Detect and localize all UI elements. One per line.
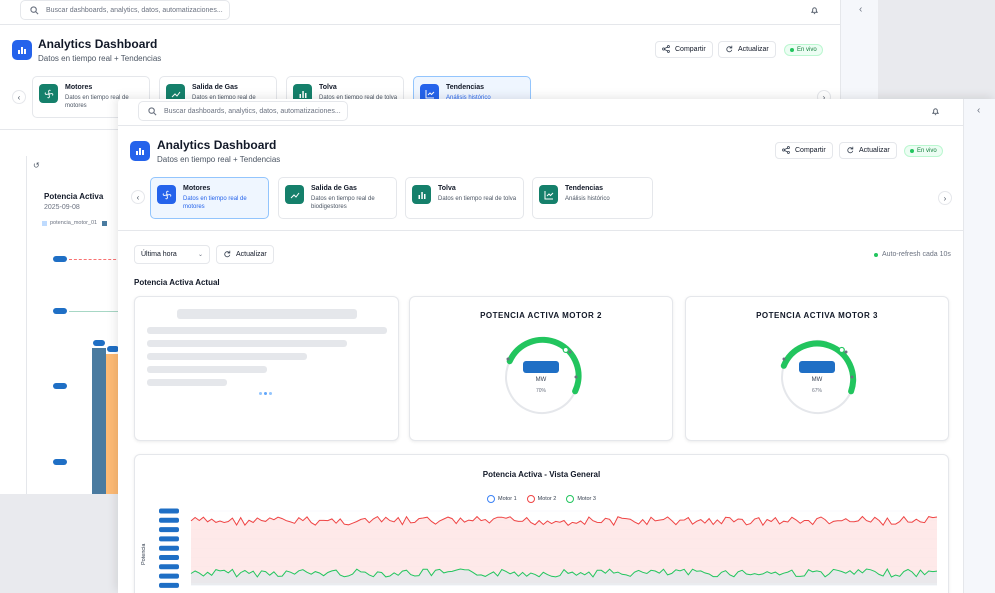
page-title: Analytics Dashboard: [157, 138, 277, 152]
gauge-tick-dot: [568, 350, 572, 354]
search-placeholder: Buscar dashboards, analytics, datos, aut…: [46, 6, 223, 14]
y-tick-label: [159, 508, 179, 514]
fan-icon: [39, 84, 58, 103]
y-tick-label: [159, 536, 179, 542]
y-tick-label: [159, 564, 179, 570]
y-tick-label: [159, 545, 179, 551]
fan-icon: [157, 185, 176, 204]
overview-chart-card: Potencia Activa - Vista General Motor 1 …: [134, 454, 949, 593]
auto-refresh-status: Auto-refresh cada 10s: [874, 251, 951, 258]
y-tick-label: [159, 527, 179, 533]
nav-card-gas[interactable]: Salida de GasDatos en tiempo real de bio…: [278, 177, 397, 219]
page-subtitle: Datos en tiempo real + Tendencias: [38, 54, 162, 63]
side-chart-panel: ↺ Potencia Activa 2025-09-08 potencia_mo…: [26, 156, 121, 494]
side-chart-date: 2025-09-08: [44, 204, 80, 211]
side-chart-legend: potencia_motor_01: [42, 220, 108, 226]
gauge-tick-dot: [506, 357, 510, 361]
live-badge: En vivo: [904, 145, 943, 157]
bar-chart-icon: [412, 185, 431, 204]
page-title: Analytics Dashboard: [38, 37, 158, 51]
refresh-icon: [223, 250, 231, 260]
side-chart-title: Potencia Activa: [44, 192, 104, 201]
cards-prev-button[interactable]: ‹: [131, 190, 145, 204]
collapse-chevron-icon[interactable]: ‹: [977, 105, 980, 116]
loading-card: [134, 296, 399, 441]
gauge-tick-dot: [782, 357, 786, 361]
bell-icon[interactable]: [808, 4, 820, 16]
undo-icon[interactable]: ↺: [33, 161, 40, 170]
refresh-button[interactable]: Actualizar: [718, 41, 776, 58]
front-sidebar: ‹: [963, 99, 995, 593]
trend-icon: [285, 185, 304, 204]
collapse-chevron-icon[interactable]: ‹: [859, 4, 862, 15]
gauge-percent: 67%: [811, 388, 822, 394]
time-range-select[interactable]: Última hora ⌄: [134, 245, 210, 264]
search-placeholder: Buscar dashboards, analytics, datos, aut…: [164, 107, 341, 115]
gauge-marker: [838, 346, 845, 354]
line-chart-icon: [539, 185, 558, 204]
share-button[interactable]: Compartir: [655, 41, 713, 58]
gauge-card-motor-3: POTENCIA ACTIVA MOTOR 3 MW 67%: [685, 296, 949, 441]
refresh-icon: [725, 45, 733, 55]
page-subtitle: Datos en tiempo real + Tendencias: [157, 155, 281, 164]
cards-prev-button[interactable]: ‹: [12, 90, 26, 104]
nav-card-tolva[interactable]: Tolva Datos en tiempo real de tolva: [405, 177, 524, 219]
chevron-down-icon: ⌄: [197, 252, 203, 258]
nav-card-tendencias[interactable]: Tendencias Análisis histórico: [532, 177, 653, 219]
bell-icon[interactable]: [929, 105, 941, 117]
gauge-tick-dot: [844, 350, 848, 354]
share-button[interactable]: Compartir: [775, 142, 833, 159]
search-bar-back[interactable]: Buscar dashboards, analytics, datos, aut…: [20, 0, 230, 20]
app-logo-icon: [130, 141, 150, 161]
gauge-unit: MW: [535, 377, 547, 383]
share-icon: [782, 145, 790, 156]
back-sidebar: ‹: [840, 0, 878, 100]
toolbar-refresh-button[interactable]: Actualizar: [216, 245, 274, 264]
y-tick-label: [159, 517, 179, 523]
search-icon: [145, 104, 159, 118]
nav-card-motores[interactable]: Motores Datos en tiempo real de motores: [150, 177, 269, 219]
search-icon: [27, 3, 41, 17]
overview-plot: [159, 508, 938, 588]
live-badge: En vivo: [784, 44, 823, 56]
cards-next-button[interactable]: ›: [938, 191, 952, 205]
y-tick-label: [159, 555, 179, 560]
y-tick-label: [159, 573, 179, 579]
search-bar[interactable]: Buscar dashboards, analytics, datos, aut…: [138, 101, 348, 121]
share-icon: [662, 44, 670, 55]
y-tick-label: [159, 582, 179, 588]
gauge-marker: [562, 346, 569, 354]
foreground-window: Buscar dashboards, analytics, datos, aut…: [118, 99, 995, 593]
side-bar-1: [92, 348, 106, 494]
app-logo-icon: [12, 40, 32, 60]
loading-dots: [259, 392, 272, 395]
section-title: Potencia Activa Actual: [134, 278, 220, 287]
refresh-icon: [846, 146, 854, 156]
gauge-card-motor-2: POTENCIA ACTIVA MOTOR 2 MW 70%: [409, 296, 673, 441]
gauge-percent: 70%: [535, 388, 546, 394]
gauge-unit: MW: [811, 377, 823, 383]
refresh-button[interactable]: Actualizar: [839, 142, 897, 159]
